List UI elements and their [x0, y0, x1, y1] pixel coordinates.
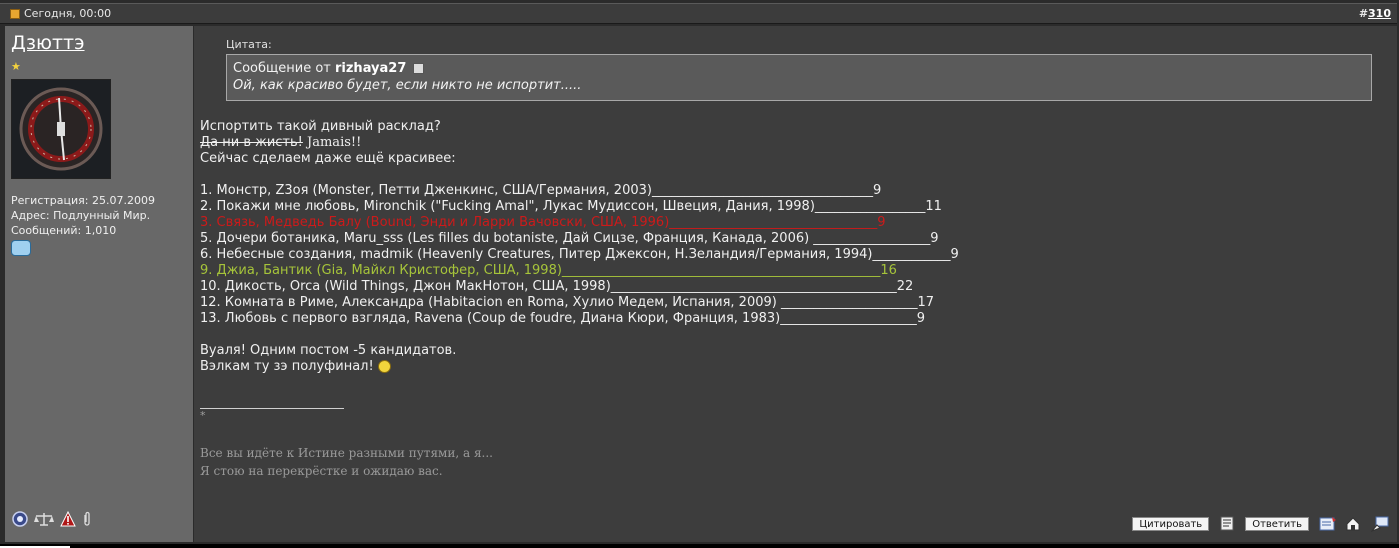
- strikethrough-text: Да ни в жисть!: [200, 135, 303, 150]
- user-stats: Регистрация: 25.07.2009 Адрес: Подлунный…: [11, 193, 187, 260]
- avatar: [11, 79, 111, 179]
- post-number-prefix: #: [1358, 7, 1369, 20]
- album-camera-icon[interactable]: [11, 240, 31, 256]
- quote-from-prefix: Сообщение от: [233, 61, 331, 76]
- post-number: #310: [1359, 7, 1391, 20]
- online-status-icon[interactable]: [12, 511, 28, 530]
- home-icon[interactable]: [1345, 516, 1361, 532]
- ranking-list: 1. Монстр, Z3оя (Monster, Петти Дженкинс…: [200, 183, 1391, 327]
- view-post-icon[interactable]: [412, 63, 424, 74]
- jamais-text: Jamais!!: [302, 135, 362, 150]
- ranking-row: 13. Любовь с первого взгляда, Ravena (Co…: [200, 311, 925, 326]
- quick-reply-icon[interactable]: [1319, 516, 1336, 532]
- attachment-clip-icon[interactable]: [82, 511, 92, 530]
- ranking-row-leader-green: 9. Джиа, Бантик (Gia, Майкл Кристофер, С…: [200, 263, 897, 278]
- message-line-1: Испортить такой дивный расклад?: [200, 119, 441, 134]
- post-content: Цитата: Сообщение от rizhaya27 Ой, как к…: [194, 26, 1397, 542]
- quote-header: Сообщение от rizhaya27: [233, 61, 1365, 76]
- reply-button[interactable]: Ответить: [1245, 517, 1309, 531]
- smile-emoticon-icon: [377, 360, 391, 373]
- ranking-row: 6. Небесные создания, madmik (Heavenly C…: [200, 247, 959, 262]
- user-messages-count: Сообщений: 1,010: [11, 224, 117, 237]
- post-header: Сегодня, 00:00 #310: [0, 3, 1397, 24]
- quote-button[interactable]: Цитировать: [1132, 517, 1210, 531]
- private-message-icon[interactable]: [1370, 516, 1389, 533]
- avatar-clock-image: [12, 80, 110, 178]
- closing-line-2: Вэлкам ту зэ полуфинал!: [200, 359, 1391, 375]
- user-address: Адрес: Подлунный Мир.: [11, 209, 151, 222]
- reputation-scales-icon[interactable]: [34, 511, 54, 530]
- signature: Все вы идёте к Истине разными путями, а …: [200, 444, 1391, 480]
- post-number-link[interactable]: 310: [1368, 7, 1391, 20]
- post-action-buttons: Цитировать Ответить: [1132, 516, 1389, 533]
- ranking-row: 10. Дикость, Orca (Wild Things, Джон Мак…: [200, 279, 914, 294]
- forum-post: Сегодня, 00:00 #310 Дзюттэ ★ Регистрация…: [0, 0, 1399, 544]
- user-registration: Регистрация: 25.07.2009: [11, 194, 155, 207]
- ranking-row: 12. Комната в Риме, Александра (Habitaci…: [200, 295, 934, 310]
- quote-box: Сообщение от rizhaya27 Ой, как красиво б…: [226, 54, 1372, 101]
- signature-star: *: [200, 409, 206, 422]
- report-warning-icon[interactable]: [60, 510, 76, 530]
- message-line-3: Сейчас сделаем даже ещё красивее:: [200, 151, 456, 166]
- username-link[interactable]: Дзюттэ: [11, 32, 187, 54]
- user-info-panel: Дзюттэ ★ Регистрация: 25.07.2009 Адрес: …: [5, 26, 193, 542]
- ranking-row: 1. Монстр, Z3оя (Monster, Петти Дженкинс…: [200, 183, 882, 198]
- closing-text: Вэлкам ту зэ полуфинал!: [200, 359, 378, 374]
- message-body: Испортить такой дивный расклад? Да ни в …: [200, 119, 1391, 375]
- post-date: Сегодня, 00:00: [24, 7, 112, 20]
- multiquote-icon[interactable]: [1219, 516, 1235, 532]
- ranking-row: 5. Дочери ботаника, Maru_sss (Les filles…: [200, 231, 939, 246]
- quote-label: Цитата:: [226, 38, 272, 51]
- bottom-edge: [0, 544, 1399, 548]
- signature-line-1: Все вы идёте к Истине разными путями, а …: [200, 446, 493, 460]
- ranking-row: 2. Покажи мне любовь, Mironchik ("Fuckin…: [200, 199, 942, 214]
- quote-text: Ой, как красиво будет, если никто не исп…: [233, 78, 582, 93]
- rank-star-icon: ★: [11, 60, 21, 73]
- ranking-row-eliminated-red: 3. Связь, Медведь Балу (Bound, Энди и Ла…: [200, 215, 886, 230]
- closing-line-1: Вуаля! Одним постом -5 кандидатов.: [200, 343, 457, 358]
- message-line-2: Да ни в жисть! Jamais!!: [200, 135, 1391, 151]
- user-action-icons: [12, 510, 92, 530]
- quote-author: rizhaya27: [335, 61, 407, 76]
- signature-line-2: Я стою на перекрёстке и ожидаю вас.: [200, 464, 443, 478]
- post-date-icon: [10, 8, 20, 19]
